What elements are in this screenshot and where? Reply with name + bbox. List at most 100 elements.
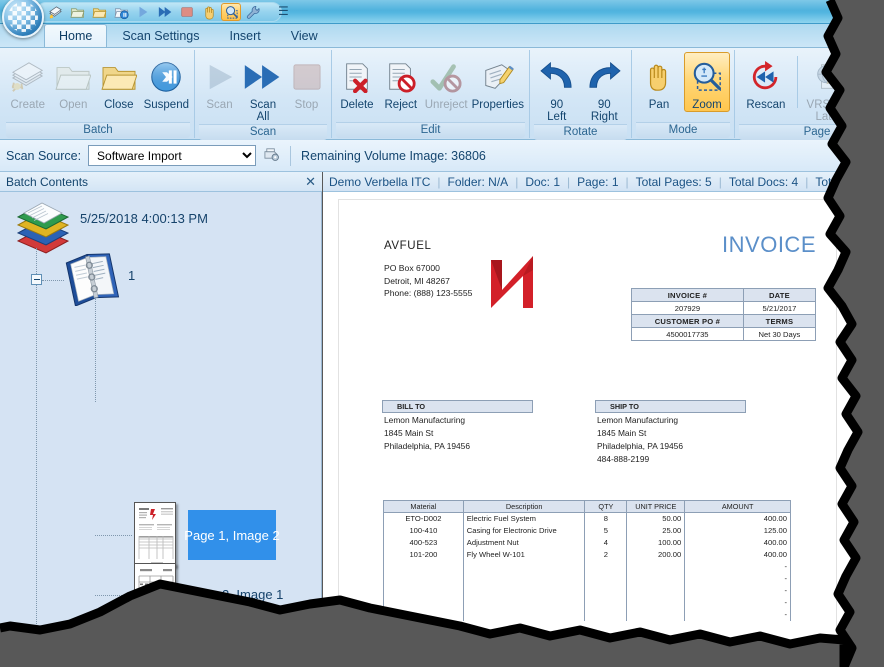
ribbon-group-edit: Delete Reject Unreject Properties Edit: [331, 50, 529, 138]
normalize-button[interactable]: Nor: [860, 52, 884, 112]
magnifier-icon: [690, 56, 724, 98]
suspend-button[interactable]: Suspend: [143, 52, 190, 112]
cell-qty: 4: [584, 536, 628, 549]
batch-contents-title: Batch Contents: [6, 174, 89, 189]
open-batch-icon[interactable]: [67, 3, 87, 21]
batch-label[interactable]: 5/25/2018 4:00:13 PM: [80, 211, 208, 226]
close-icon[interactable]: ✕: [305, 175, 316, 188]
stop-icon[interactable]: [177, 3, 197, 21]
scanner-config-icon[interactable]: [263, 146, 280, 165]
avfuel-n-logo: [485, 250, 541, 320]
ribbon-group-batch: Create Open Close Suspend Batch: [2, 50, 194, 138]
unreject-button[interactable]: Unreject: [424, 52, 469, 112]
invoice-meta-table: INVOICE # DATE 207929 5/21/2017 CUSTOMER…: [631, 288, 817, 341]
ribbon: Create Open Close Suspend Batch Scan Sca…: [0, 48, 884, 140]
cell-material: 400-523: [383, 536, 464, 549]
rescan-button[interactable]: Rescan: [739, 52, 793, 112]
tab-insert[interactable]: Insert: [214, 24, 275, 47]
zoom-button[interactable]: Zoom: [684, 52, 730, 112]
ship-to-body: Lemon Manufacturing 1845 Main St Philade…: [597, 414, 683, 466]
status-sep: |: [625, 174, 629, 189]
settings-icon[interactable]: [243, 3, 263, 21]
company-name: AVFUEL: [384, 240, 432, 252]
ribbon-group-batch-label: Batch: [6, 122, 190, 138]
page-item-selected[interactable]: Page 1, Image 2: [184, 510, 280, 560]
tree-trunk: [36, 248, 37, 667]
document-binder-icon: [62, 250, 122, 311]
ribbon-group-page-items: Rescan VRS QC Later No: [739, 50, 884, 124]
cell-material: [383, 596, 464, 609]
tab-scan-settings[interactable]: Scan Settings: [107, 24, 214, 47]
ribbon-group-rotate: 90 Left 90 Right Rotate: [529, 50, 631, 140]
ship-to-line: Lemon Manufacturing: [597, 415, 679, 425]
vrs-qc-later-button[interactable]: VRS QC Later: [802, 52, 856, 124]
doc-2-expander[interactable]: [31, 648, 42, 659]
scan-all-button[interactable]: Scan All: [242, 52, 284, 124]
create-batch-icon[interactable]: [45, 3, 65, 21]
rotate-right-icon: [586, 56, 622, 98]
page-group-divider: [796, 56, 798, 108]
zoom-button-label: Zoom: [692, 99, 722, 111]
bill-to-body: Lemon Manufacturing 1845 Main St Philade…: [384, 414, 470, 453]
tab-view[interactable]: View: [276, 24, 333, 47]
delete-button[interactable]: Delete: [336, 52, 378, 112]
cell-qty: [584, 608, 628, 621]
table-row-empty: -: [383, 584, 791, 597]
column-header-description: Description: [462, 500, 586, 513]
scan-all-icon[interactable]: [155, 3, 175, 21]
page-group-divider-2: [857, 56, 858, 108]
open-button[interactable]: Open: [52, 52, 96, 112]
page-item[interactable]: Page 2, Image 1: [188, 587, 283, 602]
column-header-unit-price: UNIT PRICE: [626, 500, 686, 513]
scan-source-divider: [290, 145, 292, 166]
meta-header-cell: TERMS: [742, 314, 817, 328]
tab-home[interactable]: Home: [44, 24, 108, 47]
meta-value-cell: 207929: [631, 301, 744, 315]
stop-icon: [292, 56, 322, 98]
create-button[interactable]: Create: [6, 52, 50, 112]
suspend-batch-icon[interactable]: [111, 3, 131, 21]
column-header-material: Material: [383, 500, 464, 513]
reject-button[interactable]: Reject: [380, 52, 422, 112]
ribbon-group-edit-items: Delete Reject Unreject Properties: [336, 50, 525, 122]
rotate-left-button[interactable]: 90 Left: [534, 52, 580, 124]
rotate-right-button[interactable]: 90 Right: [582, 52, 628, 124]
fast-forward-icon: [243, 56, 283, 98]
pan-icon[interactable]: [199, 3, 219, 21]
page-thumbnail[interactable]: [134, 502, 176, 567]
app-root: ☰ Home Scan Settings Insert View Create …: [0, 0, 884, 667]
normalize-button-label: Nor: [868, 99, 884, 111]
properties-button[interactable]: Properties: [471, 52, 525, 112]
doc-1-expander[interactable]: [31, 274, 42, 285]
doc-2-label[interactable]: 2: [128, 642, 135, 657]
status-batch-name: Demo Verbella ITC: [329, 174, 431, 189]
batch-contents-tree[interactable]: 5/25/2018 4:00:13 PM 1 Page 1, Image 2 P…: [0, 192, 322, 667]
scan-icon[interactable]: [133, 3, 153, 21]
meta-value-cell: Net 30 Days: [742, 327, 817, 341]
page-thumbnail[interactable]: [134, 563, 176, 625]
batch-contents-header: Batch Contents ✕: [0, 172, 322, 192]
doc-1-label[interactable]: 1: [128, 268, 135, 283]
scan-source-select[interactable]: Software Import: [88, 145, 257, 166]
cell-amount: -: [684, 572, 791, 585]
cell-unit-price: 50.00: [626, 512, 686, 525]
pan-button[interactable]: Pan: [636, 52, 682, 112]
cell-description: [462, 596, 586, 609]
properties-button-label: Properties: [471, 99, 524, 111]
stop-button[interactable]: Stop: [286, 52, 327, 112]
cell-unit-price: [626, 560, 686, 573]
zoom-icon[interactable]: [221, 3, 241, 21]
rescan-icon: [749, 56, 783, 98]
close-batch-icon[interactable]: [89, 3, 109, 21]
status-total-truncated: Total P: [815, 174, 852, 189]
cell-qty: [584, 584, 628, 597]
scan-button-label: Scan: [206, 99, 233, 111]
ribbon-group-mode-label: Mode: [636, 122, 730, 138]
cell-unit-price: 100.00: [626, 536, 686, 549]
cell-unit-price: [626, 584, 686, 597]
close-button[interactable]: Close: [97, 52, 141, 112]
meta-header-row: INVOICE # DATE: [631, 288, 817, 302]
document-viewer[interactable]: AVFUEL PO Box 67000 Detroit, MI 48267 Ph…: [323, 192, 858, 667]
quick-access-overflow-button[interactable]: ☰: [278, 4, 289, 18]
scan-button[interactable]: Scan: [199, 52, 240, 112]
